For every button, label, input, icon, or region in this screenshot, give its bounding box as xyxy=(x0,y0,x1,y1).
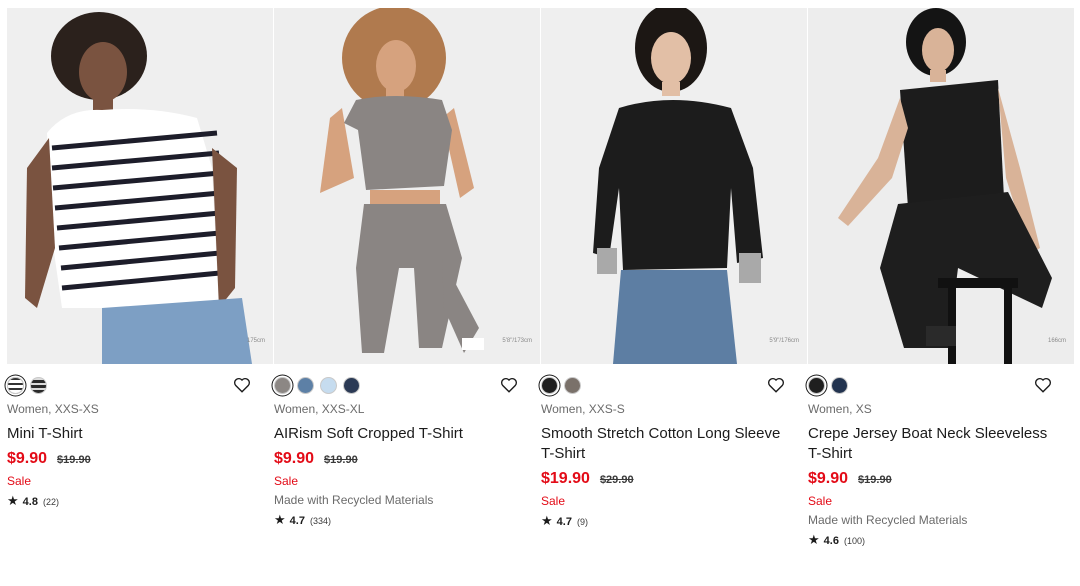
original-price: $19.90 xyxy=(57,454,91,466)
color-swatches xyxy=(541,370,807,400)
review-count: (334) xyxy=(309,516,331,526)
original-price: $19.90 xyxy=(858,474,892,486)
sale-label: Sale xyxy=(7,474,32,488)
color-swatch[interactable] xyxy=(320,376,337,394)
product-card: 5'8"/173cm Women, XXS-XL AIRism Soft Cro… xyxy=(274,8,540,528)
original-price: $19.90 xyxy=(324,454,358,466)
product-card: 5'9"/176cm Women, XXS-S Smooth Stretch C… xyxy=(541,8,807,529)
original-price: $29.90 xyxy=(599,474,634,486)
model-height-note: 5'8"/173cm xyxy=(502,338,532,344)
color-swatch[interactable] xyxy=(7,376,24,394)
product-meta: Women, XXS-XL xyxy=(274,402,365,416)
rating-value: 4.6 xyxy=(823,535,839,547)
sale-price: $9.90 xyxy=(274,450,315,467)
review-count: (9) xyxy=(576,517,588,527)
sale-price: $9.90 xyxy=(7,450,48,467)
product-image[interactable]: 5'9"/176cm xyxy=(541,8,807,364)
product-name[interactable]: Crepe Jersey Boat Neck Sleeveless T-Shir… xyxy=(808,424,1074,464)
color-swatch[interactable] xyxy=(343,376,360,394)
color-swatches xyxy=(274,370,540,400)
recycled-materials-note: Made with Recycled Materials xyxy=(808,513,968,527)
model-height-note: 175cm xyxy=(246,338,265,344)
heart-outline-icon[interactable] xyxy=(233,376,251,394)
rating-value: 4.7 xyxy=(289,515,305,527)
color-swatch[interactable] xyxy=(831,376,848,394)
review-count: (100) xyxy=(843,536,865,546)
color-swatches xyxy=(808,370,1074,400)
rating-value: 4.7 xyxy=(556,516,572,528)
rating-row: ★ 4.6 (100) xyxy=(808,532,1074,548)
rating-row: ★ 4.7 (334) xyxy=(274,512,540,528)
model-height-note: 166cm xyxy=(1047,338,1066,344)
star-icon: ★ xyxy=(541,513,553,528)
color-swatch[interactable] xyxy=(564,376,581,394)
product-grid: 175cm Women, XXS-XS Mini T-Shirt $9.90 $… xyxy=(0,0,1080,586)
product-image[interactable]: 5'8"/173cm xyxy=(274,8,540,364)
rating-row: ★ 4.7 (9) xyxy=(541,513,807,529)
recycled-materials-note: Made with Recycled Materials xyxy=(274,493,434,507)
price-row: $19.90 $29.90 xyxy=(541,470,807,488)
color-swatch[interactable] xyxy=(30,376,47,394)
star-icon: ★ xyxy=(274,512,286,527)
price-row: $9.90 $19.90 xyxy=(808,470,1074,488)
review-count: (22) xyxy=(42,497,59,507)
heart-outline-icon[interactable] xyxy=(1034,376,1052,394)
product-name[interactable]: AIRism Soft Cropped T-Shirt xyxy=(274,424,540,444)
product-meta: Women, XS xyxy=(808,402,872,416)
product-meta: Women, XXS-XS xyxy=(7,402,99,416)
product-meta: Women, XXS-S xyxy=(541,402,625,416)
sale-label: Sale xyxy=(808,494,833,508)
product-name[interactable]: Mini T-Shirt xyxy=(7,424,273,444)
color-swatches xyxy=(7,370,273,400)
sale-price: $19.90 xyxy=(541,470,590,487)
heart-outline-icon[interactable] xyxy=(767,376,785,394)
color-swatch[interactable] xyxy=(808,376,825,394)
product-card: 175cm Women, XXS-XS Mini T-Shirt $9.90 $… xyxy=(7,8,273,509)
color-swatch[interactable] xyxy=(297,376,314,394)
color-swatch[interactable] xyxy=(541,376,558,394)
rating-row: ★ 4.8 (22) xyxy=(7,493,273,509)
rating-value: 4.8 xyxy=(22,496,38,508)
sale-label: Sale xyxy=(541,494,566,508)
product-image[interactable]: 175cm xyxy=(7,8,273,364)
product-name[interactable]: Smooth Stretch Cotton Long Sleeve T-Shir… xyxy=(541,424,807,464)
sale-label: Sale xyxy=(274,474,299,488)
price-row: $9.90 $19.90 xyxy=(274,450,540,468)
model-height-note: 5'9"/176cm xyxy=(769,338,799,344)
color-swatch[interactable] xyxy=(274,376,291,394)
sale-price: $9.90 xyxy=(808,470,849,487)
product-image[interactable]: 166cm xyxy=(808,8,1074,364)
price-row: $9.90 $19.90 xyxy=(7,450,273,468)
star-icon: ★ xyxy=(808,532,820,547)
product-card: 166cm Women, XS Crepe Jersey Boat Neck S… xyxy=(808,8,1074,548)
star-icon: ★ xyxy=(7,493,19,508)
heart-outline-icon[interactable] xyxy=(500,376,518,394)
